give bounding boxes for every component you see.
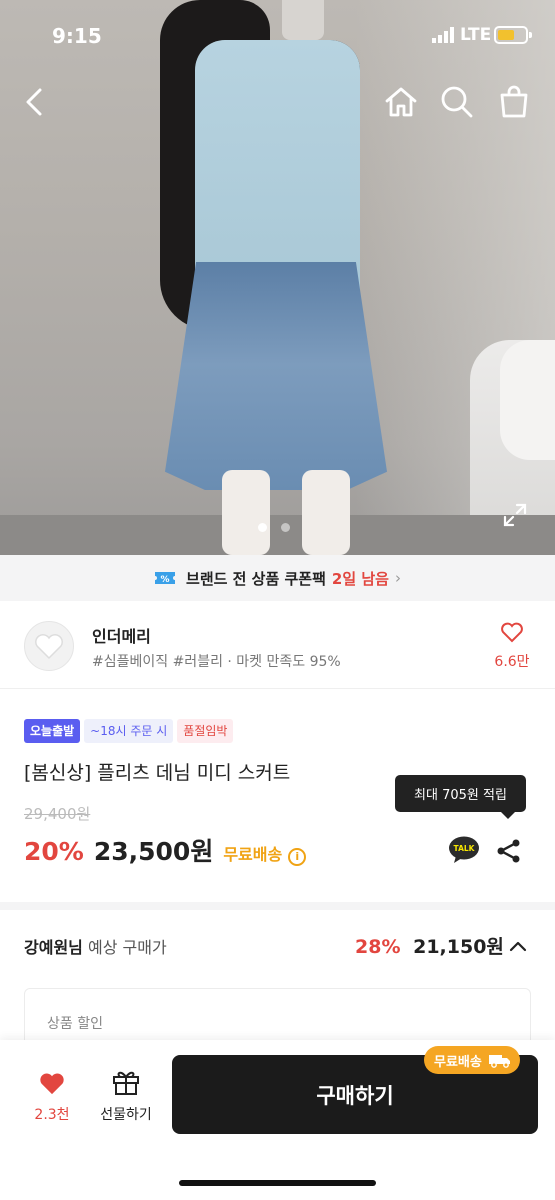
product-title: [봄신상] 플리츠 데님 미디 스커트 (24, 762, 291, 784)
sale-price: 23,500원 (93, 837, 214, 866)
heart-filled-icon (40, 1073, 64, 1095)
brand-heart-logo-icon (35, 634, 63, 660)
status-time: 9:15 (52, 24, 102, 48)
brand-logo[interactable] (24, 621, 74, 671)
truck-icon (488, 1055, 510, 1068)
free-shipping-tag-label: 무료배송 (434, 1054, 482, 1070)
expected-amount: 21,150원 (413, 936, 504, 958)
search-icon[interactable] (437, 82, 477, 122)
free-shipping-label: 무료배송 (223, 845, 283, 864)
gallery-dot-2[interactable] (281, 523, 291, 532)
brand-row[interactable]: 인더메리 #심플베이직 #러블리 · 마켓 만족도 95% 6.6만 (0, 601, 555, 689)
gift-label: 선물하기 (100, 1107, 152, 1123)
back-arrow-icon[interactable] (16, 82, 56, 122)
shopping-bag-icon[interactable] (494, 82, 534, 122)
coupon-remaining: 2일 남음 (331, 569, 389, 588)
home-indicator (179, 1180, 376, 1186)
expand-icon[interactable] (502, 502, 528, 528)
gallery-pagination (258, 517, 299, 536)
heart-outline-icon (501, 622, 523, 643)
badge-order-deadline: ~18시 주문 시 (84, 719, 174, 743)
expected-price-row[interactable]: 강예원님 예상 구매가 28% 21,150원 (0, 910, 555, 982)
brand-like-button[interactable]: 6.6만 (490, 621, 534, 671)
status-bar: 9:15 LTE (0, 0, 555, 70)
discount-rate: 20% (24, 837, 84, 866)
expected-price: 28% 21,150원 (355, 932, 504, 959)
user-name: 강예원님 (24, 938, 83, 957)
brand-name[interactable]: 인더메리 (92, 623, 151, 647)
share-icon[interactable] (496, 838, 522, 864)
image-leg-left (222, 470, 270, 555)
badge-today-ship: 오늘출발 (24, 719, 81, 743)
image-sofa-arm (500, 340, 555, 460)
image-skirt (165, 262, 387, 490)
coupon-icon: % (155, 572, 176, 585)
price-row: 20% 23,500원 무료배송 i (24, 832, 307, 868)
gift-icon (113, 1071, 139, 1095)
like-count: 2.3천 (34, 1107, 70, 1123)
like-button[interactable]: 2.3천 (28, 1070, 76, 1124)
expected-percent: 28% (355, 936, 401, 958)
brand-like-count: 6.6만 (494, 654, 530, 670)
image-shirt (195, 40, 360, 300)
info-icon[interactable]: i (288, 848, 307, 866)
badge-almost-soldout: 품절임박 (177, 719, 234, 743)
product-image[interactable]: 9:15 LTE (0, 0, 555, 555)
battery-icon (494, 26, 532, 44)
product-badges: 오늘출발 ~18시 주문 시 품절임박 (24, 719, 234, 743)
free-shipping-tag: 무료배송 (424, 1046, 520, 1074)
network-label: LTE (460, 25, 492, 45)
image-leg-right (302, 470, 350, 555)
expected-label: 강예원님 예상 구매가 (24, 934, 167, 958)
expected-price-label: 예상 구매가 (87, 938, 167, 957)
product-discount-label: 상품 할인 (47, 1016, 103, 1032)
chevron-up-icon[interactable] (506, 934, 530, 958)
gift-button[interactable]: 선물하기 (92, 1068, 160, 1124)
svg-text:%: % (161, 575, 170, 585)
talk-label: TALK (454, 844, 476, 853)
signal-icon (432, 27, 454, 43)
coupon-banner[interactable]: % 브랜드 전 상품 쿠폰팩 2일 남음 › (0, 555, 555, 601)
original-price: 29,400원 (24, 805, 91, 823)
gallery-dot-1[interactable] (258, 523, 267, 532)
coupon-text: 브랜드 전 상품 쿠폰팩 (186, 569, 326, 588)
points-tooltip: 최대 705원 적립 (395, 775, 526, 819)
section-divider (0, 902, 555, 910)
brand-meta: #심플베이직 #러블리 · 마켓 만족도 95% (92, 654, 341, 670)
home-icon[interactable] (381, 82, 421, 122)
bottom-action-bar: 2.3천 선물하기 구매하기 무료배송 (0, 1040, 555, 1200)
chevron-right-icon: › (394, 569, 401, 587)
kakao-talk-icon[interactable]: TALK (448, 836, 480, 864)
